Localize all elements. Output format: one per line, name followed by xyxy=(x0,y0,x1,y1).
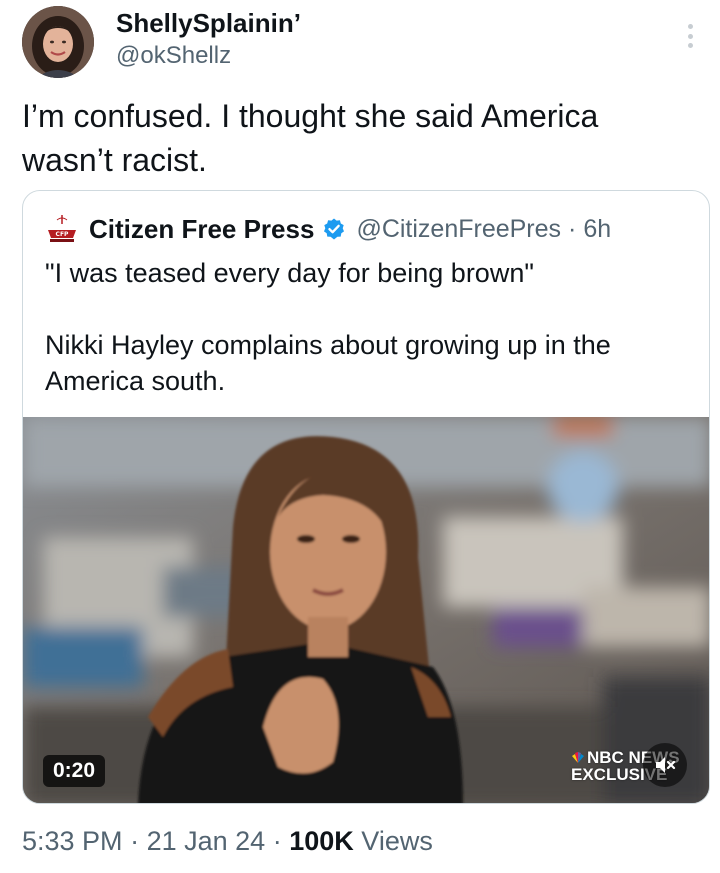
video-duration: 0:20 xyxy=(43,755,106,787)
views-label: Views xyxy=(361,826,433,856)
tweet-date[interactable]: 21 Jan 24 xyxy=(147,826,266,856)
quoted-tweet-text: "I was teased every day for being brown"… xyxy=(45,255,695,399)
mute-icon[interactable] xyxy=(643,743,687,787)
verified-badge-icon xyxy=(324,218,345,240)
more-options-icon[interactable] xyxy=(680,22,700,50)
user-avatar[interactable] xyxy=(22,6,94,78)
author-display-name[interactable]: ShellySplainin’ xyxy=(116,8,301,39)
tweet-line: wasn’t racist. xyxy=(22,142,207,178)
separator-dot: · xyxy=(568,214,577,243)
tweet-time[interactable]: 5:33 PM xyxy=(22,826,123,856)
video-player[interactable]: 0:20 NBC NEWS EXCLUSIVE xyxy=(23,417,709,803)
tweet-metadata: 5:33 PM · 21 Jan 24 · 100K Views xyxy=(22,826,433,857)
quoted-line: Nikki Hayley complains about growing up … xyxy=(45,330,611,360)
quoted-timestamp[interactable]: 6h xyxy=(583,215,611,244)
tweet-text: I’m confused. I thought she said America… xyxy=(22,94,702,182)
quoted-tweet-header: CFP Citizen Free Press @CitizenFreePres … xyxy=(45,213,611,245)
svg-text:CFP: CFP xyxy=(56,231,70,238)
video-frame xyxy=(23,417,709,803)
separator-dot: · xyxy=(130,826,140,856)
quoted-line: America south. xyxy=(45,366,226,396)
author-handle[interactable]: @okShellz xyxy=(116,42,231,70)
citizen-free-press-logo: CFP xyxy=(48,215,76,242)
quoted-line: "I was teased every day for being brown" xyxy=(45,258,534,288)
quoted-author-name[interactable]: Citizen Free Press xyxy=(89,214,314,245)
views-count: 100K xyxy=(289,826,354,856)
nbc-peacock-icon xyxy=(572,752,584,763)
quoted-tweet-card[interactable]: CFP Citizen Free Press @CitizenFreePres … xyxy=(22,190,710,804)
quoted-author-handle[interactable]: @CitizenFreePres xyxy=(356,215,561,244)
separator-dot: · xyxy=(272,826,282,856)
tweet-line: I’m confused. I thought she said America xyxy=(22,98,599,134)
